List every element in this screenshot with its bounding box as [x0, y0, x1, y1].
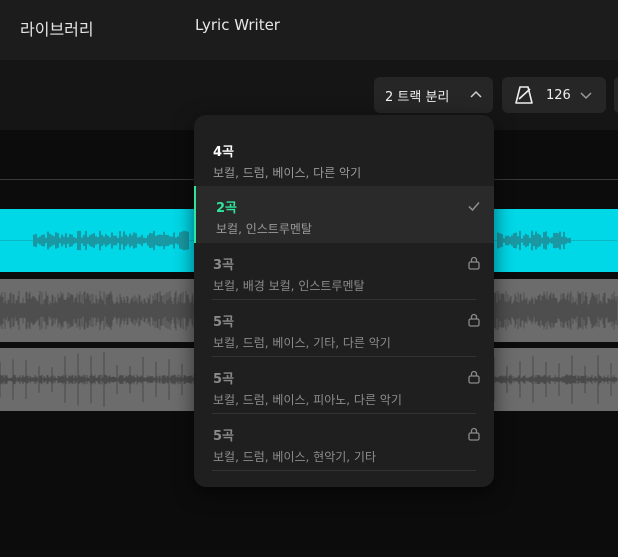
- split-option-4-stems[interactable]: 4곡 보컬, 드럼, 베이스, 다른 악기: [194, 130, 494, 186]
- option-title: 5곡: [213, 429, 235, 444]
- split-option-5-stems-strings[interactable]: 5곡 보컬, 드럼, 베이스, 현악기, 기타: [194, 414, 494, 471]
- split-tracks-label: 2 트랙 분리: [385, 89, 450, 105]
- option-description: 보컬, 인스트루멘탈: [216, 222, 312, 236]
- selected-indicator: [194, 186, 196, 243]
- nav-library[interactable]: 라이브러리: [20, 16, 94, 40]
- metronome-icon: [515, 86, 533, 104]
- lock-icon: [468, 370, 480, 384]
- nav-lyric-writer[interactable]: Lyric Writer: [195, 16, 280, 34]
- option-title: 5곡: [213, 315, 235, 330]
- lock-icon: [468, 256, 480, 270]
- option-title: 4곡: [213, 145, 235, 160]
- split-option-2-stems[interactable]: 2곡 보컬, 인스트루멘탈: [194, 186, 494, 243]
- option-divider: [212, 470, 476, 471]
- option-description: 보컬, 드럼, 베이스, 피아노, 다른 악기: [213, 393, 402, 407]
- split-tracks-dropdown[interactable]: 2 트랙 분리: [374, 77, 493, 113]
- option-title: 2곡: [216, 201, 238, 216]
- lock-icon: [468, 427, 480, 441]
- chevron-up-icon: [470, 90, 482, 98]
- tempo-value: 126: [546, 87, 571, 103]
- option-title: 5곡: [213, 372, 235, 387]
- chevron-down-icon: [580, 92, 592, 100]
- check-icon: [468, 202, 480, 212]
- split-option-5-stems-guitar[interactable]: 5곡 보컬, 드럼, 베이스, 기타, 다른 악기: [194, 300, 494, 357]
- option-description: 보컬, 드럼, 베이스, 기타, 다른 악기: [213, 336, 391, 350]
- split-option-5-stems-piano[interactable]: 5곡 보컬, 드럼, 베이스, 피아노, 다른 악기: [194, 357, 494, 414]
- option-description: 보컬, 드럼, 베이스, 현악기, 기타: [213, 450, 376, 464]
- tempo-dropdown[interactable]: 126: [502, 77, 606, 113]
- option-description: 보컬, 배경 보컬, 인스트루멘탈: [213, 279, 365, 293]
- top-navigation: 라이브러리 Lyric Writer: [0, 0, 618, 60]
- option-description: 보컬, 드럼, 베이스, 다른 악기: [213, 166, 362, 180]
- option-title: 3곡: [213, 258, 235, 273]
- toolbar-more-button[interactable]: [614, 77, 618, 113]
- split-options-menu: 4곡 보컬, 드럼, 베이스, 다른 악기 2곡 보컬, 인스트루멘탈 3곡 보…: [194, 115, 494, 487]
- split-option-3-stems[interactable]: 3곡 보컬, 배경 보컬, 인스트루멘탈: [194, 243, 494, 300]
- lock-icon: [468, 313, 480, 327]
